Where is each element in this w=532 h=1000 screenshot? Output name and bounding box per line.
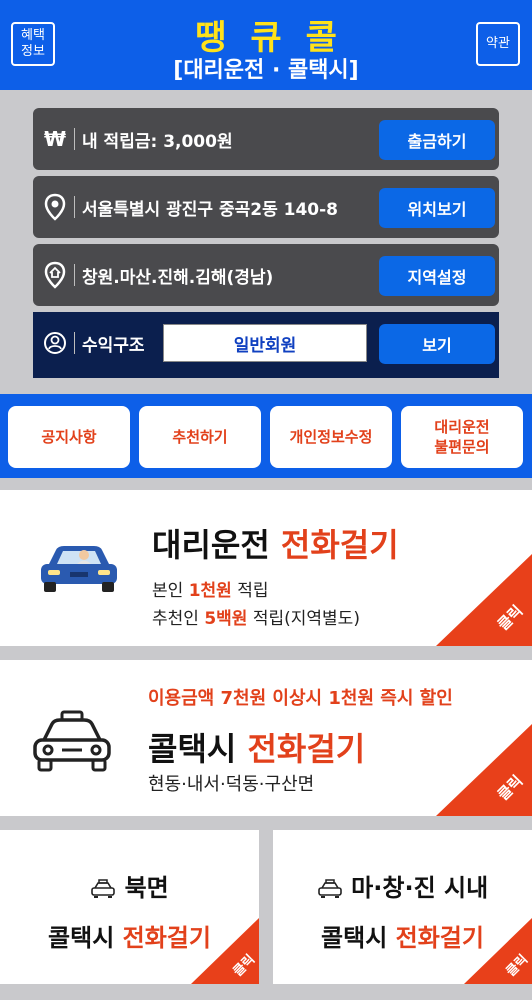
divider bbox=[74, 128, 75, 150]
profit-label: 수익구조 bbox=[82, 336, 145, 356]
won-icon: ₩ bbox=[39, 123, 71, 155]
region-row: 창원.마산.진해.김해(경남) 지역설정 bbox=[33, 244, 499, 306]
designated-driver-call-card[interactable]: 대리운전 전화걸기 본인 1천원 적립 추천인 5백원 적립(지역별도) 클릭 bbox=[0, 490, 532, 646]
recommend-button[interactable]: 추천하기 bbox=[139, 406, 261, 468]
card-title: 대리운전 전화걸기 bbox=[152, 526, 399, 564]
address-text: 서울특별시 광진구 중곡2동 140-8 bbox=[82, 200, 338, 220]
discount-promo-text: 이용금액 7천원 이상시 1천원 즉시 할인 bbox=[148, 688, 453, 709]
taxi-outline-icon bbox=[33, 710, 111, 772]
call-taxi-card[interactable]: 이용금액 7천원 이상시 1천원 즉시 할인 콜택시 전화걸기 현동·내서·덕동… bbox=[0, 660, 532, 816]
north-area-taxi-card[interactable]: 북면 콜택시 전화걸기 클릭 bbox=[0, 830, 259, 984]
profit-row: 수익구조 일반회원 보기 bbox=[33, 312, 499, 378]
click-corner bbox=[436, 724, 532, 816]
edit-profile-button[interactable]: 개인정보수정 bbox=[270, 406, 392, 468]
svg-text:₩: ₩ bbox=[44, 128, 66, 150]
city-taxi-card[interactable]: 마·창·진 시내 콜택시 전화걸기 클릭 bbox=[273, 830, 532, 984]
points-row: ₩ 내 적립금: 3,000원 출금하기 bbox=[33, 108, 499, 170]
member-grade-field: 일반회원 bbox=[163, 324, 367, 362]
divider bbox=[74, 196, 75, 218]
reward-line-self: 본인 1천원 적립 bbox=[152, 581, 269, 601]
region-setting-button[interactable]: 지역설정 bbox=[379, 256, 495, 296]
divider bbox=[74, 332, 75, 354]
click-corner bbox=[191, 918, 259, 984]
reward-line-referrer: 추천인 5백원 적립(지역별도) bbox=[152, 609, 360, 629]
click-corner bbox=[464, 918, 532, 984]
view-location-button[interactable]: 위치보기 bbox=[379, 188, 495, 228]
points-text: 내 적립금: 3,000원 bbox=[82, 132, 233, 152]
small-taxi-icon bbox=[91, 879, 116, 898]
area-title: 북면 bbox=[0, 868, 259, 903]
app-subtitle: [대리운전 · 콜택시] bbox=[173, 58, 359, 83]
small-taxi-icon bbox=[318, 879, 342, 898]
click-corner bbox=[436, 554, 532, 646]
service-areas-text: 현동·내서·덕동·구산면 bbox=[148, 774, 315, 795]
area-title: 마·창·진 시내 bbox=[273, 868, 532, 903]
complaint-button[interactable]: 대리운전 불편문의 bbox=[401, 406, 523, 468]
profit-icon bbox=[39, 327, 71, 359]
withdraw-button[interactable]: 출금하기 bbox=[379, 120, 495, 160]
location-row: 서울특별시 광진구 중곡2동 140-8 위치보기 bbox=[33, 176, 499, 238]
card-title: 콜택시 전화걸기 bbox=[148, 730, 366, 768]
terms-button[interactable]: 약관 bbox=[476, 22, 520, 66]
menu-strip: 공지사항 추천하기 개인정보수정 대리운전 불편문의 bbox=[0, 394, 532, 478]
location-pin-icon bbox=[39, 191, 71, 223]
home-pin-icon bbox=[39, 259, 71, 291]
info-panel: ₩ 내 적립금: 3,000원 출금하기 서울특별시 광진구 중곡2동 140-… bbox=[0, 90, 532, 394]
view-profit-button[interactable]: 보기 bbox=[379, 324, 495, 364]
notice-button[interactable]: 공지사항 bbox=[8, 406, 130, 468]
driver-car-icon bbox=[41, 546, 117, 592]
region-text: 창원.마산.진해.김해(경남) bbox=[82, 268, 274, 288]
app-header: 혜택 정보 땡큐콜 [대리운전 · 콜택시] 약관 bbox=[0, 0, 532, 90]
divider bbox=[74, 264, 75, 286]
